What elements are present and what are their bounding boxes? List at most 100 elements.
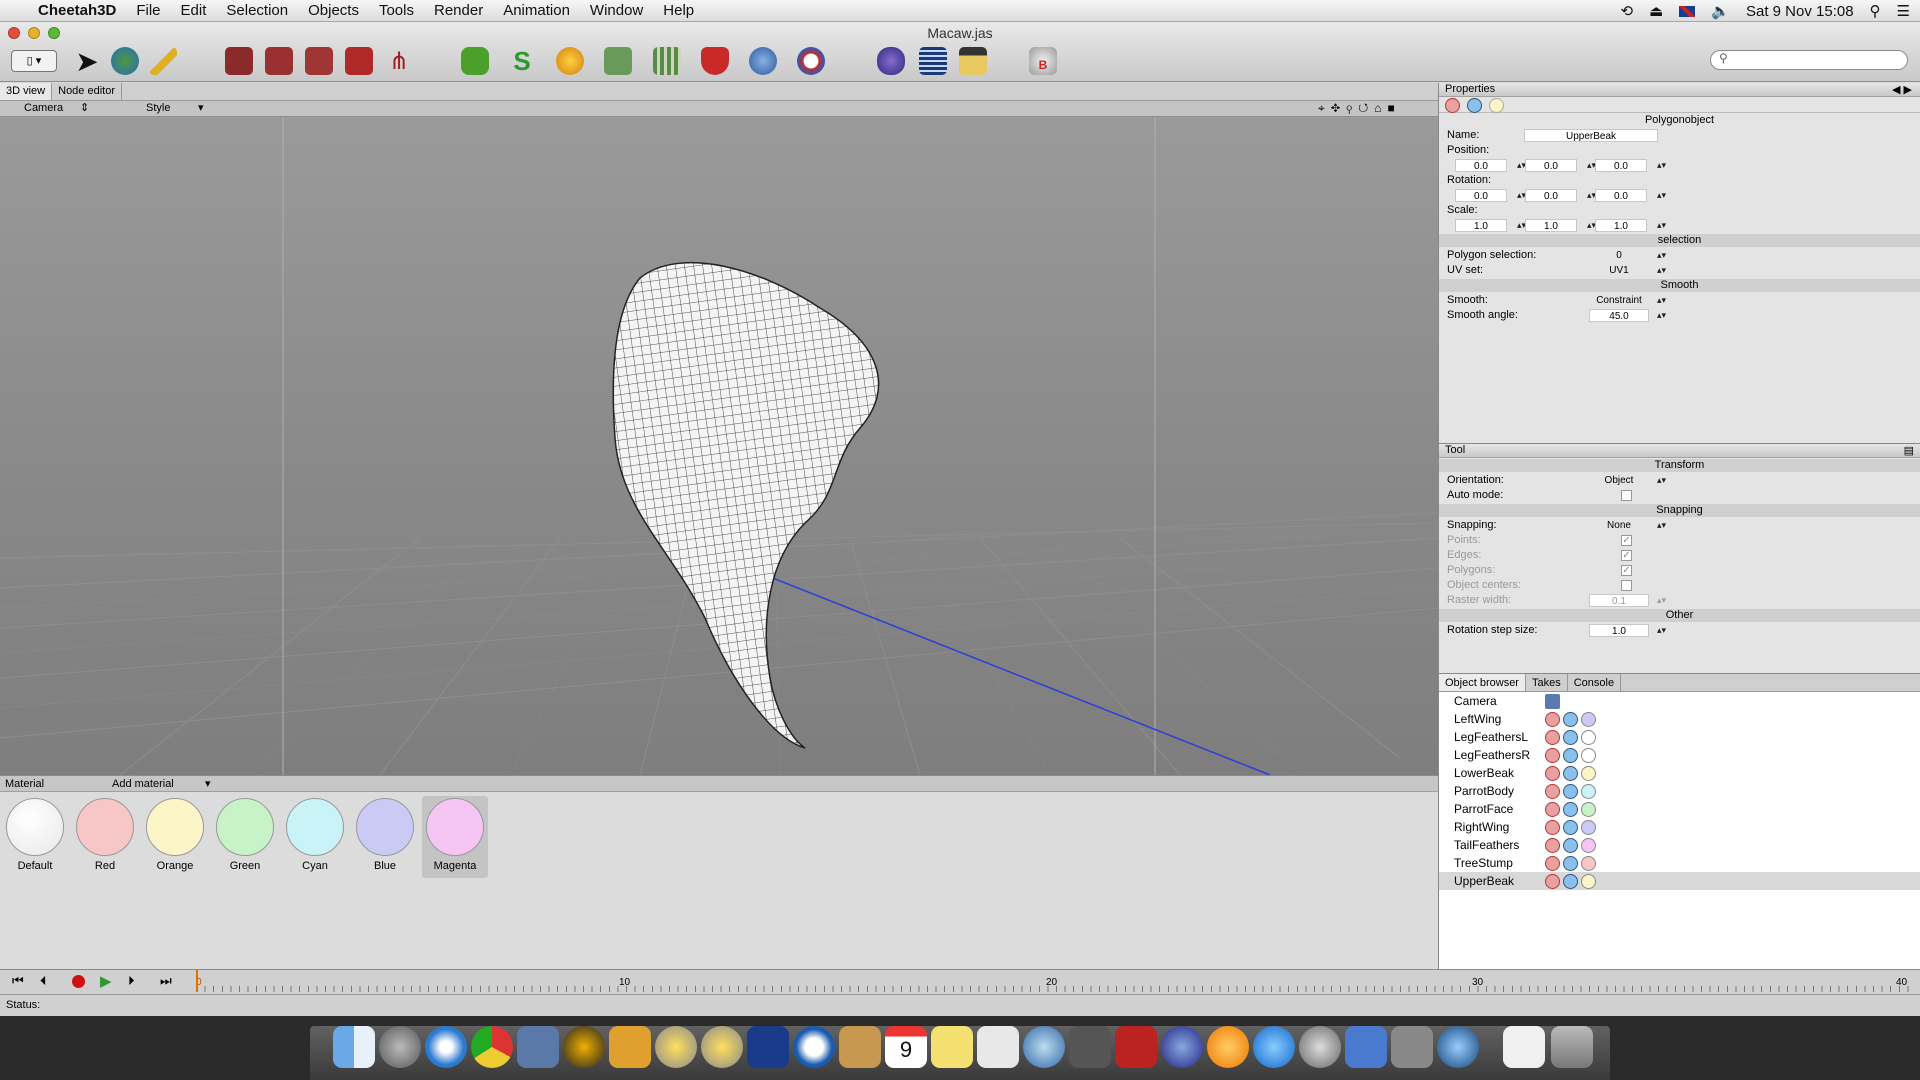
system-preferences-icon[interactable] (1299, 1026, 1341, 1068)
lightbulb-2-icon[interactable] (701, 1026, 743, 1068)
snapping-dropdown[interactable]: None (1589, 519, 1649, 532)
ibooks-icon[interactable] (1207, 1026, 1249, 1068)
stepper-icon[interactable]: ▴▾ (1657, 188, 1666, 203)
material-tag-icon[interactable] (1581, 820, 1596, 835)
shield-icon[interactable] (698, 44, 732, 78)
object-row[interactable]: LegFeathersR (1439, 746, 1920, 764)
material-tag-icon[interactable] (1581, 802, 1596, 817)
polygon-tag-icon[interactable] (1545, 874, 1560, 889)
object-row[interactable]: ParrotFace (1439, 800, 1920, 818)
menu-animation[interactable]: Animation (493, 0, 580, 22)
mail-icon[interactable] (517, 1026, 559, 1068)
tab-3d-view[interactable]: 3D view (0, 83, 53, 100)
axis-icon[interactable]: ⋔ (382, 44, 416, 78)
orientation-dropdown[interactable]: Object (1589, 474, 1649, 487)
stepper-icon[interactable]: ▴▾ (1657, 218, 1666, 233)
layout-menu-button[interactable]: ▯ ▾ (10, 44, 58, 78)
polygon-tag-icon[interactable] (1545, 802, 1560, 817)
material-swatch-orange[interactable]: Orange (142, 796, 208, 878)
app-store-icon[interactable] (1253, 1026, 1295, 1068)
scale-z-field[interactable]: 1.0 (1595, 219, 1647, 232)
clock[interactable]: Sat 9 Nov 15:08 (1746, 3, 1854, 20)
polygon-tag-icon[interactable] (1545, 712, 1560, 727)
uv-tag-icon[interactable] (1563, 784, 1578, 799)
edges-checkbox[interactable]: ✓ (1621, 550, 1632, 561)
finder-icon[interactable] (333, 1026, 375, 1068)
uv-tag-icon[interactable] (1563, 802, 1578, 817)
material-swatch-green[interactable]: Green (212, 796, 278, 878)
bake-icon[interactable]: B (1026, 44, 1060, 78)
reminders-icon[interactable] (977, 1026, 1019, 1068)
trash-icon[interactable] (1551, 1026, 1593, 1068)
object-centers-checkbox[interactable] (1621, 580, 1632, 591)
smooth-angle-field[interactable]: 45.0 (1589, 309, 1649, 322)
step-back-icon[interactable]: ⏴ (40, 973, 47, 989)
tab-object-browser[interactable]: Object browser (1439, 674, 1526, 691)
spotlight-icon[interactable]: ⚲ (1870, 2, 1881, 20)
material-tag-icon[interactable] (1581, 874, 1596, 889)
material-tag-icon[interactable] (1581, 784, 1596, 799)
position-z-field[interactable]: 0.0 (1595, 159, 1647, 172)
menu-window[interactable]: Window (580, 0, 653, 22)
menu-selection[interactable]: Selection (216, 0, 298, 22)
cube-edit-icon[interactable] (302, 44, 336, 78)
camera-tag-icon[interactable] (1545, 694, 1560, 709)
render-settings-icon[interactable] (916, 44, 950, 78)
rotation-y-field[interactable]: 0.0 (1525, 189, 1577, 202)
view-controls-icons[interactable]: ⌖✥⚲↺⌂■ (1318, 101, 1401, 116)
notes-icon[interactable] (931, 1026, 973, 1068)
menu-app[interactable]: Cheetah3D (28, 0, 126, 22)
aperture-icon[interactable] (793, 1026, 835, 1068)
clapper-icon[interactable] (956, 44, 990, 78)
record-icon[interactable] (72, 975, 85, 988)
object-row[interactable]: Camera (1439, 692, 1920, 710)
object-row[interactable]: TailFeathers (1439, 836, 1920, 854)
cube-solid-icon[interactable] (342, 44, 376, 78)
joint-icon[interactable] (746, 44, 780, 78)
modifier-box-icon[interactable] (601, 44, 635, 78)
material-tag-icon[interactable] (1581, 712, 1596, 727)
volume-icon[interactable]: 🔈 (1711, 2, 1730, 20)
calendar-icon[interactable]: 9 (885, 1026, 927, 1068)
polygon-tag-icon[interactable] (1545, 766, 1560, 781)
material-swatch-default[interactable]: Default (2, 796, 68, 878)
tool-menu-icon[interactable]: ▤ (1904, 444, 1914, 457)
arrows-icon[interactable]: ◀ ▶ (1892, 83, 1912, 96)
tab-takes[interactable]: Takes (1526, 674, 1568, 691)
chevron-down-icon[interactable]: ▾ (205, 777, 211, 790)
material-swatch-cyan[interactable]: Cyan (282, 796, 348, 878)
polygon-selection-value[interactable]: 0 (1589, 249, 1649, 262)
spline-icon[interactable] (458, 44, 492, 78)
scale-y-field[interactable]: 1.0 (1525, 219, 1577, 232)
points-checkbox[interactable]: ✓ (1621, 535, 1632, 546)
stepper-icon[interactable]: ▴▾ (1657, 263, 1666, 278)
material-swatch-blue[interactable]: Blue (352, 796, 418, 878)
tab-console[interactable]: Console (1568, 674, 1622, 691)
camera-sphere-icon[interactable] (794, 44, 828, 78)
add-material-button[interactable]: Add material (112, 778, 174, 790)
stepper-icon[interactable]: ▴▾ (1657, 308, 1666, 323)
menu-tools[interactable]: Tools (369, 0, 424, 22)
stepper-icon[interactable]: ▴▾ (1657, 293, 1666, 308)
time-machine-icon[interactable]: ⟲ (1621, 2, 1634, 20)
scene-canvas[interactable] (0, 118, 1439, 776)
lightbulb-icon[interactable] (655, 1026, 697, 1068)
style-dropdown[interactable]: Style (146, 102, 170, 114)
position-x-field[interactable]: 0.0 (1455, 159, 1507, 172)
app-n-icon[interactable] (563, 1026, 605, 1068)
array-icon[interactable] (650, 44, 684, 78)
play-icon[interactable]: ▶ (100, 972, 112, 990)
box-primitive-icon[interactable] (222, 44, 256, 78)
object-row[interactable]: LowerBeak (1439, 764, 1920, 782)
globe-icon[interactable] (1437, 1026, 1479, 1068)
uv-tag-icon[interactable] (1563, 766, 1578, 781)
stepper-icon[interactable]: ▴▾ (1657, 473, 1666, 488)
safari-icon[interactable] (425, 1026, 467, 1068)
go-to-start-icon[interactable]: ⏮ (12, 973, 24, 989)
material-tab-icon[interactable] (1489, 98, 1504, 113)
material-tag-icon[interactable] (1581, 838, 1596, 853)
preview-icon[interactable] (747, 1026, 789, 1068)
move-tool-icon[interactable] (108, 44, 142, 78)
position-y-field[interactable]: 0.0 (1525, 159, 1577, 172)
rotation-step-field[interactable]: 1.0 (1589, 624, 1649, 637)
